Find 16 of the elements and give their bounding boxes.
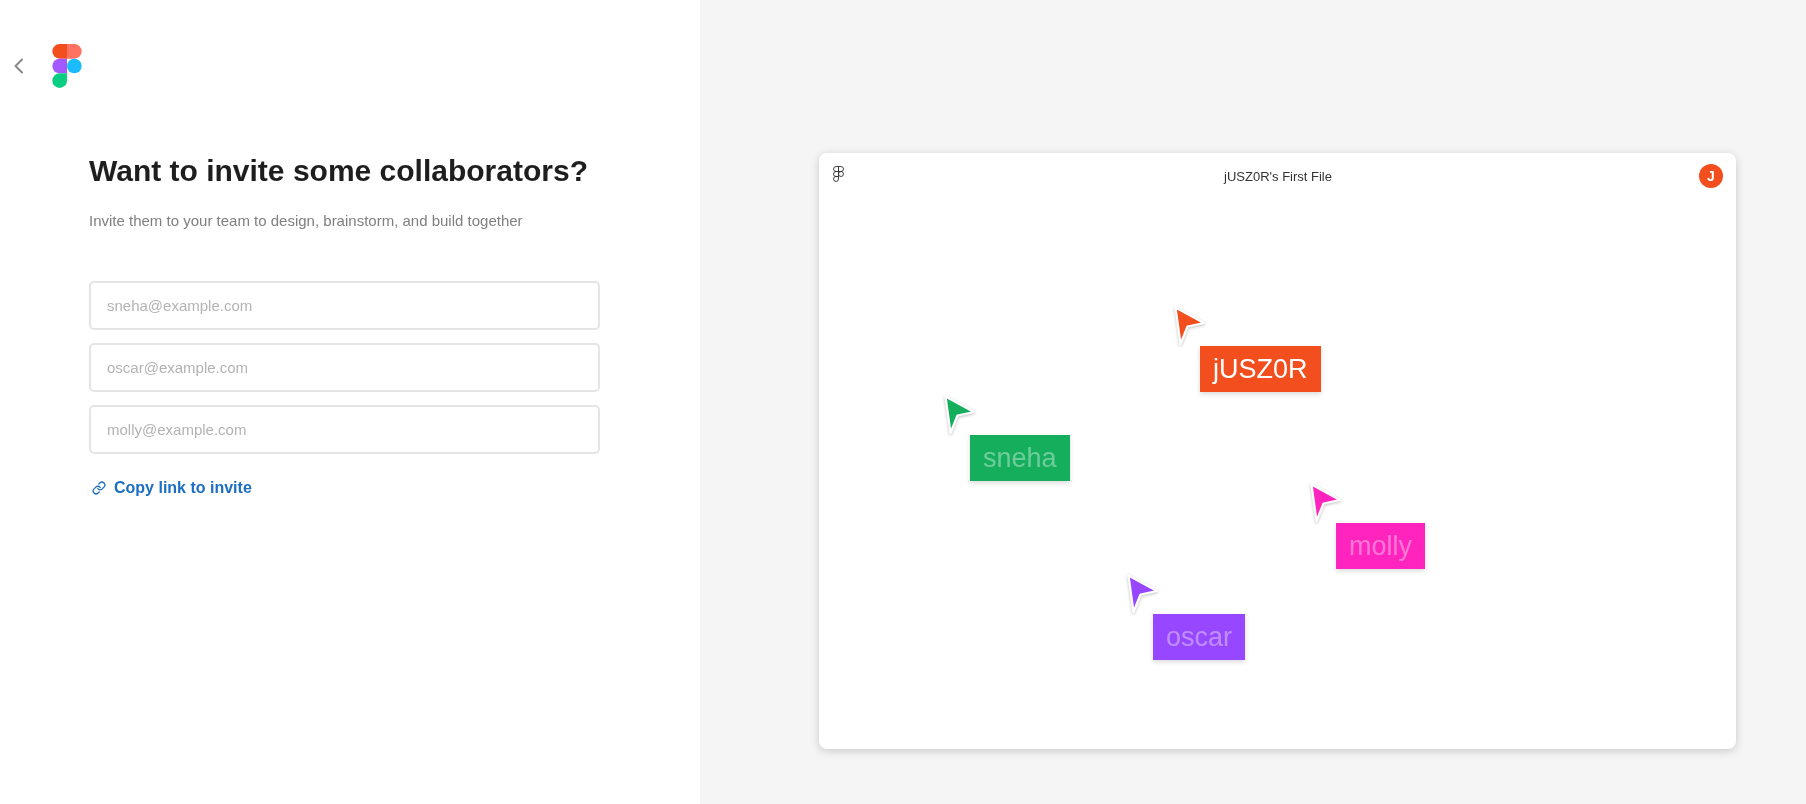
email-input-field[interactable]: sneha@example.com — [89, 281, 600, 330]
user-name-tag: jUSZ0R — [1200, 346, 1321, 392]
copy-link[interactable]: Copy link to invite — [92, 478, 252, 498]
email-input-field[interactable]: molly@example.com — [89, 405, 600, 454]
user-name-tag: molly — [1336, 523, 1425, 569]
page-heading: Want to invite some collaborators? — [89, 153, 588, 189]
page-subheading: Invite them to your team to design, brainstorm, and build together — [89, 211, 523, 231]
link-icon — [92, 481, 106, 495]
logo-outline-icon — [833, 166, 844, 182]
user-name-tag: oscar — [1153, 614, 1246, 660]
file-title: jUSZ0R's First File — [1224, 168, 1332, 184]
user-avatar: J — [1699, 164, 1723, 188]
chevron-left-icon — [13, 58, 24, 74]
user-name-tag: sneha — [970, 435, 1070, 481]
logo-icon — [52, 44, 82, 88]
email-input-field[interactable]: oscar@example.com — [89, 343, 600, 392]
